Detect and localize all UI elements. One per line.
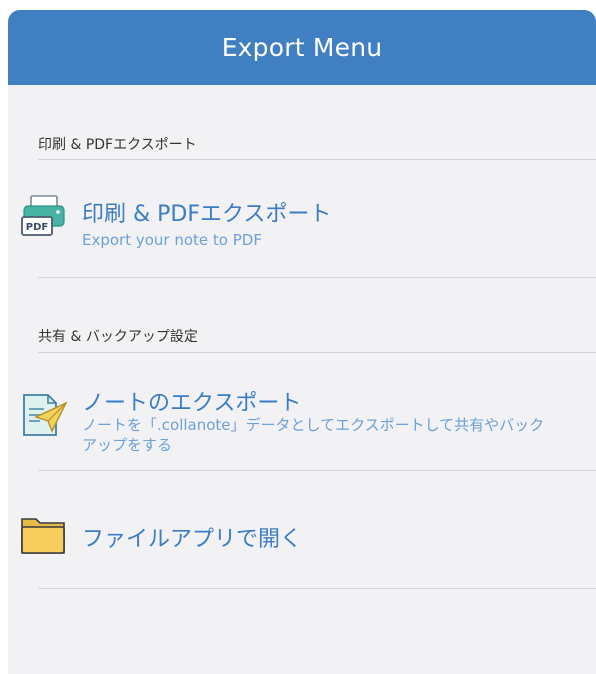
export-menu-panel: Export Menu 印刷 & PDFエクスポート PDF 印刷 & PDFエ… [8, 10, 596, 674]
print-pdf-title: 印刷 & PDFエクスポート [82, 202, 332, 227]
section-header-print-pdf: 印刷 & PDFエクスポート [38, 137, 197, 153]
print-pdf-export-row[interactable]: PDF 印刷 & PDFエクスポート Export your note to P… [8, 160, 596, 277]
note-export-row[interactable]: ノートのエクスポート ノートを「.collanote」データとしてエクスポートし… [8, 353, 596, 470]
svg-text:PDF: PDF [26, 222, 48, 233]
paper-plane-document-icon [18, 389, 70, 441]
folder-icon [18, 509, 70, 561]
section-header-share-backup: 共有 & バックアップ設定 [38, 329, 198, 345]
page-title: Export Menu [221, 33, 383, 62]
divider [38, 277, 596, 278]
print-pdf-subtitle: Export your note to PDF [82, 231, 262, 249]
divider [38, 588, 596, 589]
open-in-files-title: ファイルアプリで開く [82, 527, 303, 552]
printer-pdf-icon: PDF [18, 190, 70, 242]
open-in-files-row[interactable]: ファイルアプリで開く [8, 471, 596, 588]
note-export-title: ノートのエクスポート [82, 391, 302, 416]
note-export-subtitle: ノートを「.collanote」データとしてエクスポートして共有やバックアップを… [82, 416, 545, 454]
header-bar: Export Menu [8, 10, 596, 85]
